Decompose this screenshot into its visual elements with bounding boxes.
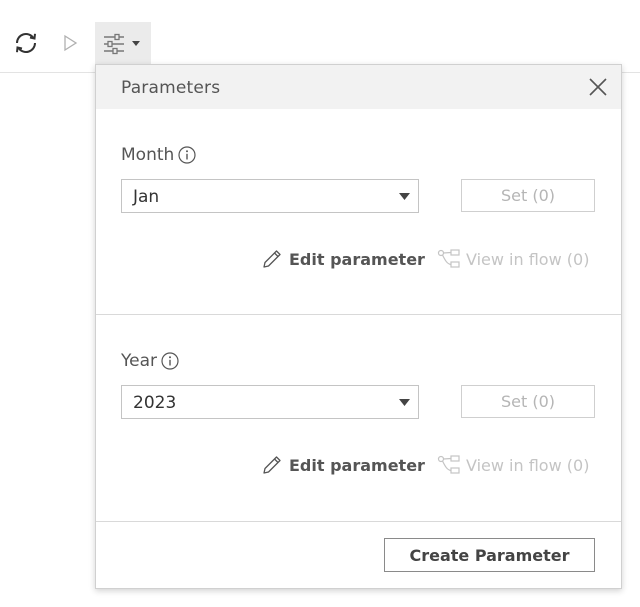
chevron-down-icon — [132, 41, 140, 46]
run-button[interactable] — [56, 27, 84, 59]
edit-parameter-button[interactable]: Edit parameter — [261, 453, 425, 477]
flow-icon — [437, 455, 460, 474]
view-in-flow-button[interactable]: View in flow (0) — [437, 247, 589, 271]
edit-parameter-label: Edit parameter — [289, 249, 425, 269]
parameter-value-select[interactable]: 2023 — [121, 385, 419, 419]
set-button[interactable]: Set (0) — [461, 385, 595, 418]
view-in-flow-label: View in flow (0) — [466, 455, 590, 475]
refresh-button[interactable] — [10, 27, 42, 59]
parameter-value-select[interactable]: Jan — [121, 179, 419, 213]
refresh-icon — [15, 32, 37, 54]
create-parameter-button[interactable]: Create Parameter — [384, 538, 595, 572]
pencil-icon — [263, 456, 281, 474]
chevron-down-icon — [399, 399, 410, 406]
pencil-icon — [263, 250, 281, 268]
flow-icon — [437, 249, 460, 268]
info-icon[interactable] — [178, 146, 196, 164]
chevron-down-icon — [399, 193, 410, 200]
parameters-panel: Parameters Month Jan Set (0) Edit parame… — [95, 64, 622, 589]
view-in-flow-button[interactable]: View in flow (0) — [437, 453, 589, 477]
play-icon — [64, 34, 78, 52]
edit-parameter-label: Edit parameter — [289, 455, 425, 475]
close-icon — [589, 78, 607, 96]
set-button[interactable]: Set (0) — [461, 179, 595, 212]
parameter-section-year: Year 2023 Set (0) Edit parameter View in… — [96, 315, 621, 522]
info-icon[interactable] — [161, 352, 179, 370]
parameter-label: Year — [121, 351, 157, 371]
toolbar — [0, 0, 640, 73]
panel-header: Parameters — [96, 65, 621, 109]
sliders-icon — [104, 33, 124, 55]
panel-title: Parameters — [121, 78, 221, 98]
parameter-section-month: Month Jan Set (0) Edit parameter View in… — [96, 109, 621, 315]
close-button[interactable] — [586, 75, 610, 99]
view-in-flow-label: View in flow (0) — [466, 249, 590, 269]
parameters-menu-button[interactable] — [95, 22, 151, 65]
select-value: 2023 — [133, 393, 177, 413]
edit-parameter-button[interactable]: Edit parameter — [261, 247, 425, 271]
select-value: Jan — [133, 187, 160, 207]
parameter-label: Month — [121, 145, 175, 165]
